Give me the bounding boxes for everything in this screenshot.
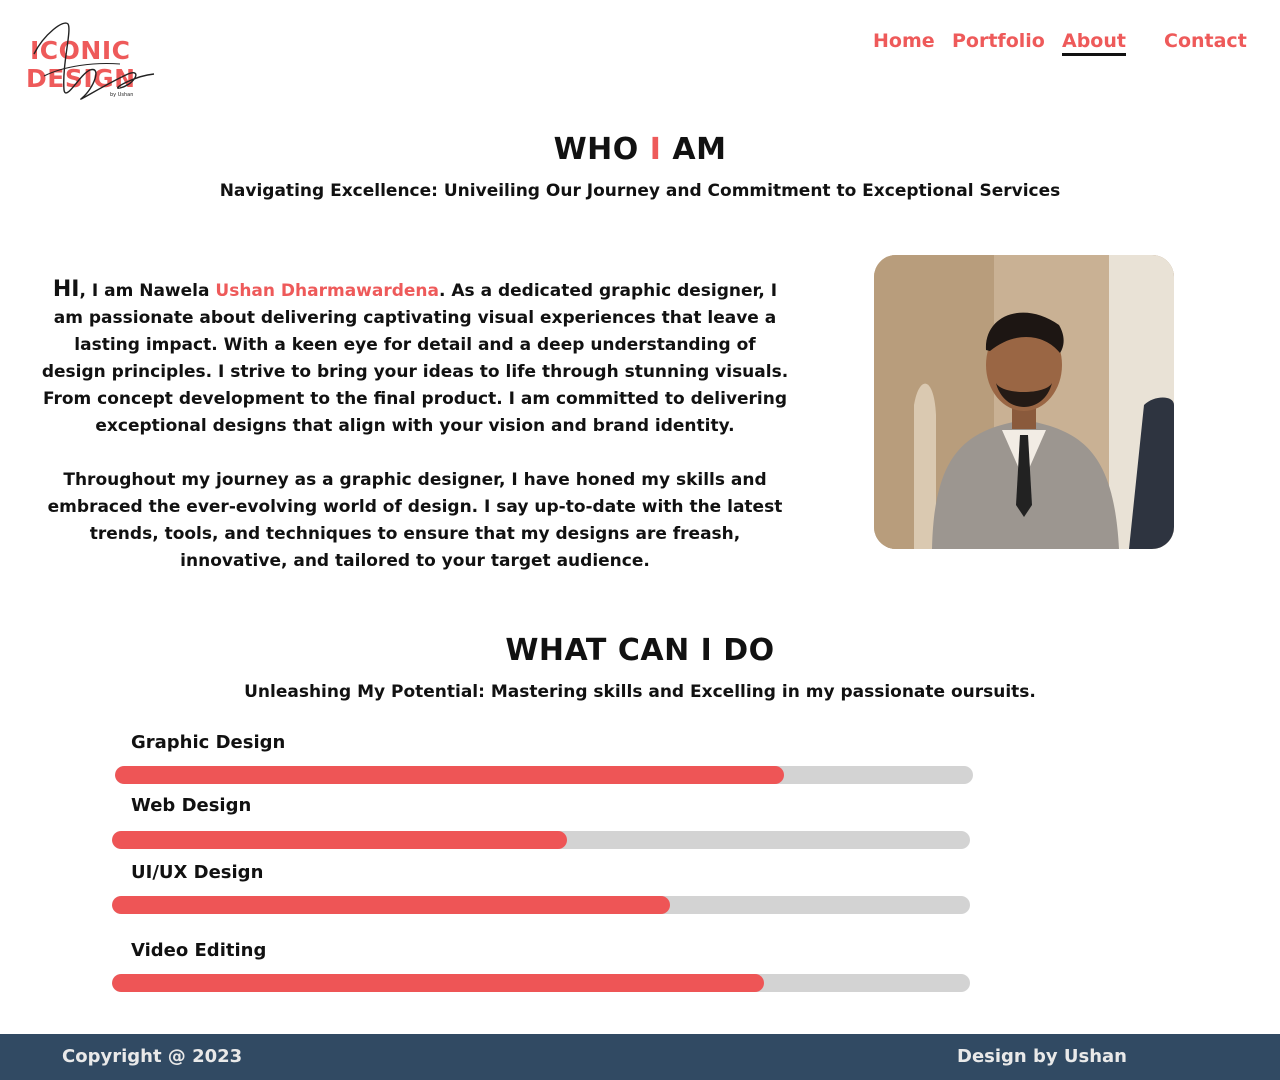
footer-copyright: Copyright @ 2023 xyxy=(62,1046,243,1067)
who-title-part2: AM xyxy=(661,132,727,167)
skill-label-video-editing: Video Editing xyxy=(131,940,267,961)
about-intro-prefix: , I am Nawela xyxy=(79,281,216,301)
profile-photo xyxy=(874,255,1174,549)
about-paragraph-1: HI, I am Nawela Ushan Dharmawardena. As … xyxy=(40,276,790,440)
footer: Copyright @ 2023 Design by Ushan xyxy=(0,1034,1280,1080)
nav-home[interactable]: Home xyxy=(873,30,935,52)
who-i-am-title: WHO I AM xyxy=(0,132,1280,167)
skill-fill-web-design xyxy=(112,831,567,849)
logo-signature-icon xyxy=(33,22,155,100)
skill-bar-ui-ux-design xyxy=(112,896,970,914)
nav-about[interactable]: About xyxy=(1062,30,1126,56)
skill-fill-ui-ux-design xyxy=(112,896,670,914)
footer-credit: Design by Ushan xyxy=(957,1046,1127,1067)
profile-person-image xyxy=(874,255,1174,549)
who-i-am-subtitle: Navigating Excellence: Univeiling Our Jo… xyxy=(219,181,1061,201)
about-paragraph-2: Throughout my journey as a graphic desig… xyxy=(47,470,783,571)
skill-bar-video-editing xyxy=(112,974,970,992)
logo-byline: by Ushan xyxy=(110,92,134,98)
main-nav: Home Portfolio About Contact xyxy=(0,30,1280,62)
nav-portfolio[interactable]: Portfolio xyxy=(952,30,1045,52)
who-title-part1: WHO xyxy=(553,132,650,167)
about-text: HI, I am Nawela Ushan Dharmawardena. As … xyxy=(40,276,790,602)
logo[interactable]: ICONIC DESIGN by Ushan xyxy=(24,14,160,110)
who-title-accent: I xyxy=(649,132,662,167)
about-name: Ushan Dharmawardena xyxy=(215,281,439,301)
about-intro-rest: . As a dedicated graphic designer, I am … xyxy=(41,281,789,436)
skill-fill-video-editing xyxy=(112,974,765,992)
about-hi: HI xyxy=(52,277,80,302)
skills-title: WHAT CAN I DO xyxy=(505,633,775,668)
skill-label-ui-ux-design: UI/UX Design xyxy=(131,862,264,883)
skill-fill-graphic-design xyxy=(115,766,785,784)
skill-label-graphic-design: Graphic Design xyxy=(131,732,286,753)
nav-contact[interactable]: Contact xyxy=(1164,30,1247,52)
skill-bar-web-design xyxy=(112,831,970,849)
skills-subtitle: Unleashing My Potential: Mastering skill… xyxy=(244,682,1036,702)
skill-bar-graphic-design xyxy=(115,766,973,784)
skill-label-web-design: Web Design xyxy=(131,795,252,816)
